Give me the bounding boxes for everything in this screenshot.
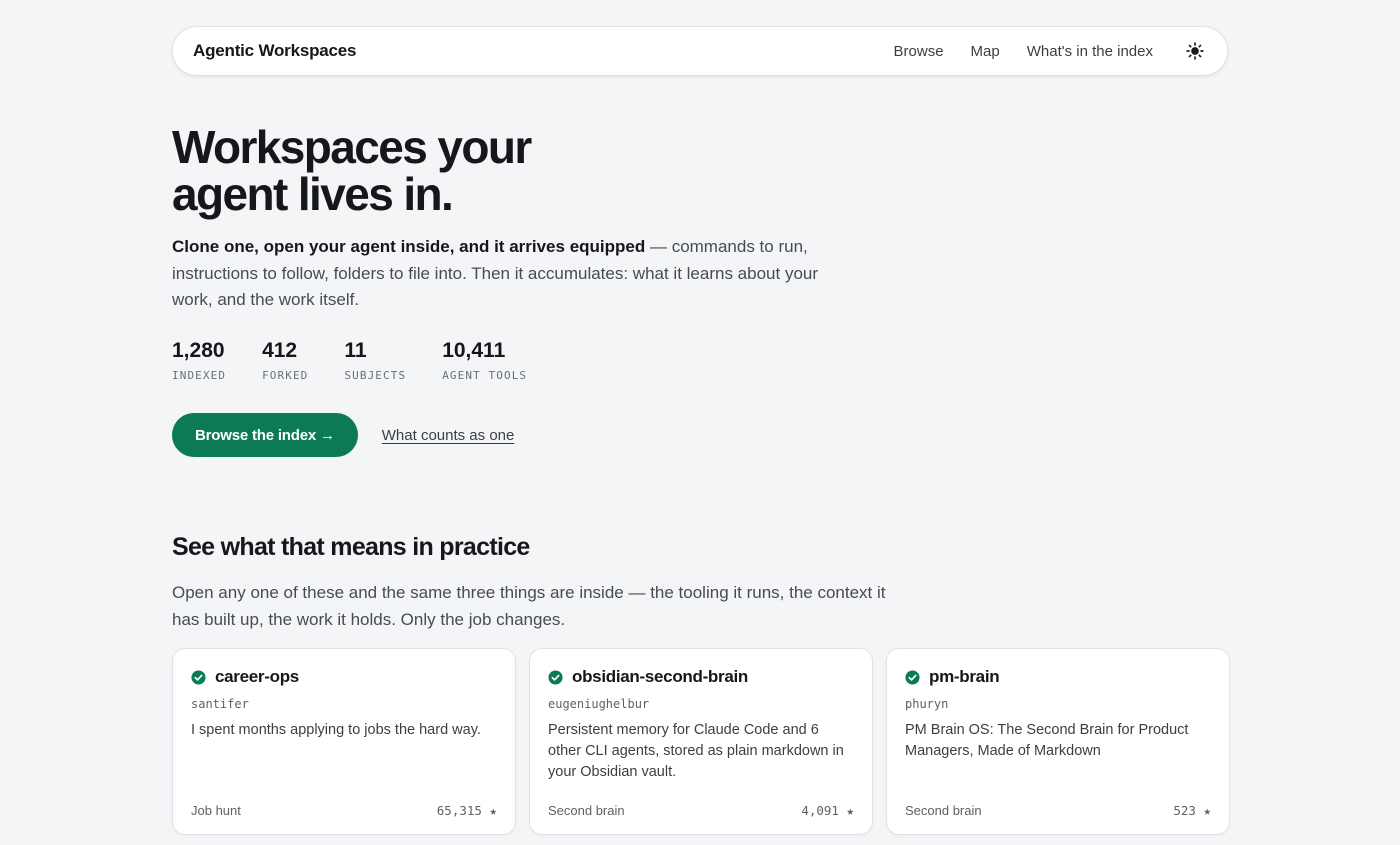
workspace-card-obsidian-second-brain[interactable]: obsidian-second-brain eugeniughelbur Per… [529, 648, 873, 835]
stat-value: 10,411 [442, 339, 506, 362]
workspace-card-pm-brain[interactable]: pm-brain phuryn PM Brain OS: The Second … [886, 648, 1230, 835]
card-description: I spent months applying to jobs the hard… [191, 722, 481, 738]
card-star-count: 65,315 ★ [436, 803, 497, 818]
card-category: Second brain [905, 803, 982, 818]
nav-link-map[interactable]: Map [971, 43, 1000, 60]
card-category: Job hunt [191, 803, 241, 818]
card-footer: Second brain 523 ★ [905, 803, 1211, 818]
card-footer: Second brain 4,091 ★ [548, 803, 854, 818]
stat-indexed: 1,280 INDEXED [172, 338, 226, 382]
card-title: career-ops [215, 667, 299, 686]
browse-index-button[interactable]: Browse the index → [172, 413, 358, 457]
card-footer: Job hunt 65,315 ★ [191, 803, 497, 818]
card-title: pm-brain [929, 667, 1000, 686]
nav-link-browse[interactable]: Browse [894, 43, 944, 60]
card-category: Second brain [548, 803, 625, 818]
nav-links: Browse Map What's in the index [894, 43, 1153, 60]
card-description: Persistent memory for Claude Code and 6 … [548, 722, 844, 780]
hero-description: Clone one, open your agent inside, and i… [172, 234, 862, 314]
cta-row: Browse the index → What counts as one [172, 413, 514, 457]
stat-label: SUBJECTS [344, 369, 407, 382]
verified-check-icon [191, 669, 206, 685]
section-description: Open any one of these and the same three… [172, 583, 886, 629]
card-title: obsidian-second-brain [572, 667, 748, 686]
sun-icon [1186, 42, 1204, 60]
card-description: PM Brain OS: The Second Brain for Produc… [905, 722, 1189, 759]
workspace-cards: career-ops santifer I spent months apply… [172, 648, 1230, 835]
top-nav: Agentic Workspaces Browse Map What's in … [172, 26, 1228, 76]
card-header: pm-brain [905, 667, 1211, 687]
stat-forked: 412 FORKED [262, 338, 308, 382]
card-author: eugeniughelbur [548, 697, 650, 711]
stat-agent-tools: 10,411 AGENT TOOLS [442, 338, 527, 382]
workspace-card-career-ops[interactable]: career-ops santifer I spent months apply… [172, 648, 516, 835]
stat-value: 412 [262, 339, 298, 362]
theme-toggle-button[interactable] [1183, 39, 1207, 63]
verified-check-icon [905, 669, 920, 685]
stat-label: FORKED [262, 369, 309, 382]
stat-subjects: 11 SUBJECTS [344, 338, 406, 382]
hero-title: Workspaces your agent lives in. [172, 124, 552, 218]
hero-title-line-2: agent lives in. [172, 168, 454, 220]
stat-value: 1,280 [172, 339, 225, 362]
nav-link-whats-in-index[interactable]: What's in the index [1027, 43, 1153, 60]
hero-description-bold: Clone one, open your agent inside, and i… [172, 237, 646, 256]
stat-value: 11 [344, 339, 367, 362]
card-star-count: 523 ★ [1173, 803, 1211, 818]
card-author: santifer [191, 697, 249, 711]
brand-logo[interactable]: Agentic Workspaces [193, 41, 357, 61]
hero-title-line-1: Workspaces your [172, 121, 532, 173]
what-counts-link[interactable]: What counts as one [382, 427, 515, 444]
stat-label: INDEXED [172, 369, 227, 382]
card-author: phuryn [905, 697, 949, 711]
stats-row: 1,280 INDEXED 412 FORKED 11 SUBJECTS 10,… [172, 338, 563, 382]
card-header: obsidian-second-brain [548, 667, 854, 687]
card-header: career-ops [191, 667, 497, 687]
section-title: See what that means in practice [172, 533, 530, 561]
card-star-count: 4,091 ★ [801, 803, 854, 818]
stat-label: AGENT TOOLS [442, 369, 528, 382]
verified-check-icon [548, 669, 563, 685]
